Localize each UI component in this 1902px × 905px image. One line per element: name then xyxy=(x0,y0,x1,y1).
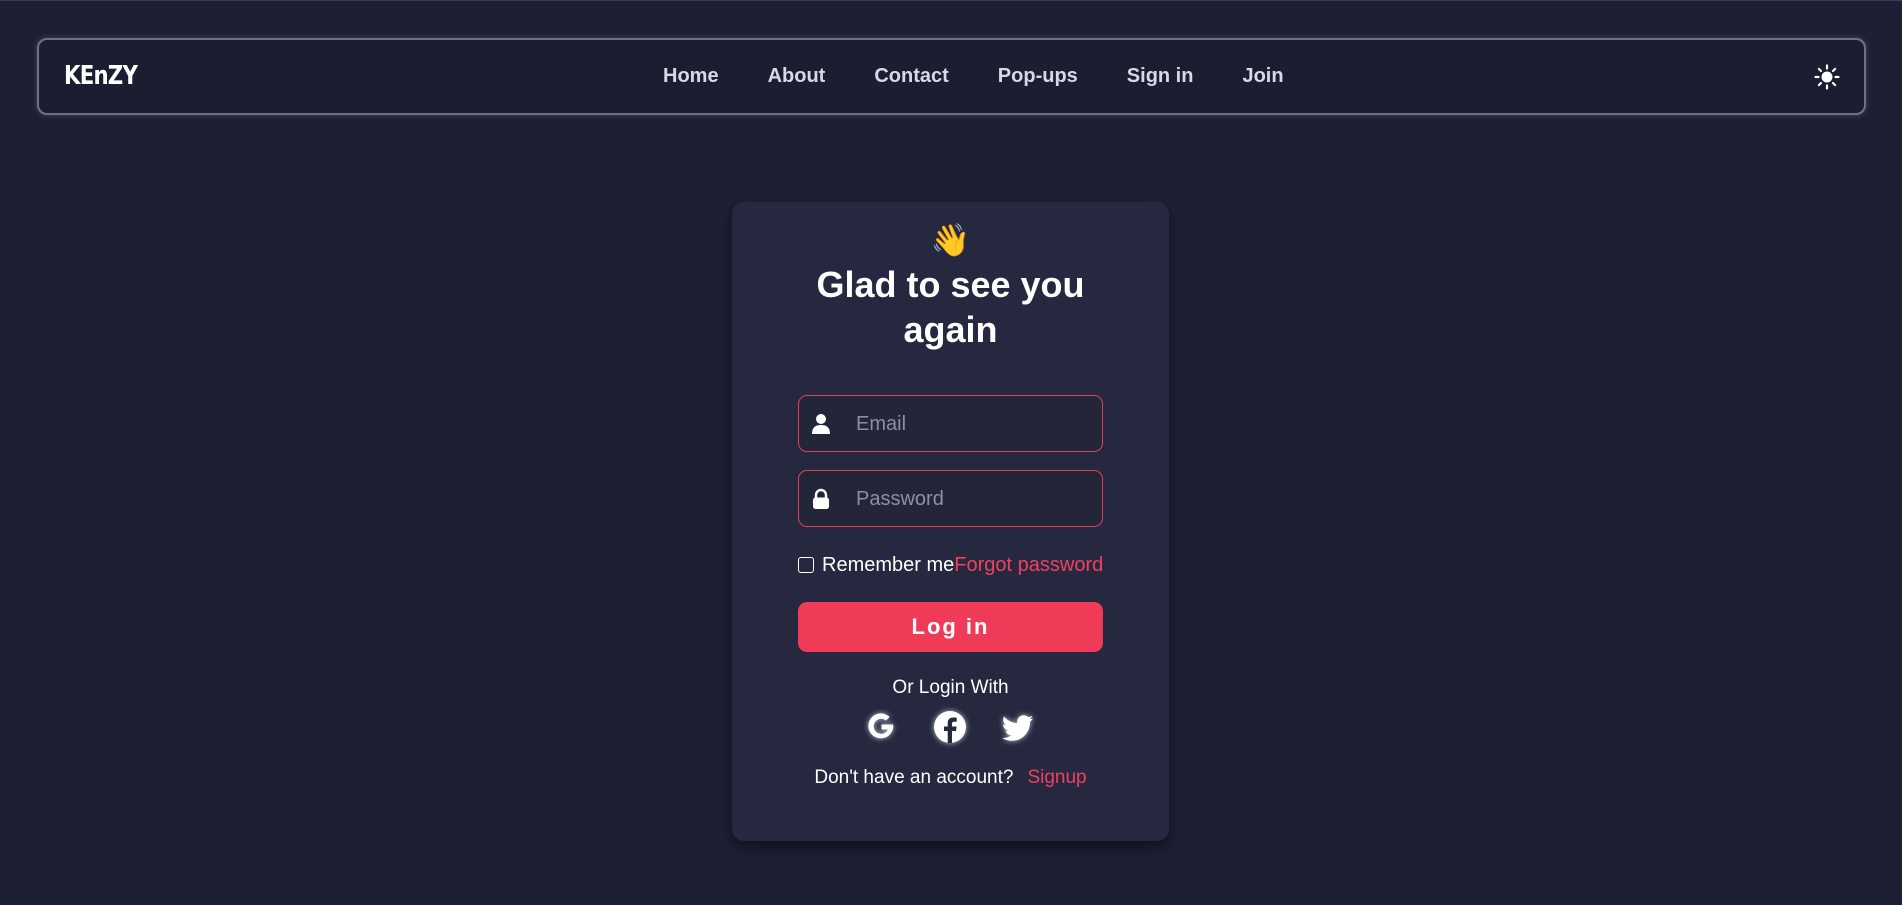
signup-link[interactable]: Signup xyxy=(1027,767,1086,788)
login-card: 👋 Glad to see you again Remember me Forg… xyxy=(732,202,1169,841)
nav-link-join[interactable]: Join xyxy=(1242,65,1283,88)
password-field[interactable] xyxy=(798,470,1103,527)
waving-hand-emoji: 👋 xyxy=(930,222,971,258)
sun-icon[interactable] xyxy=(1814,64,1840,90)
nav-link-popups[interactable]: Pop-ups xyxy=(998,65,1078,88)
page: KEnZY Home About Contact Pop-ups Sign in… xyxy=(0,0,1902,905)
login-options: Remember me Forgot password xyxy=(798,553,1108,577)
signup-row: Don't have an account? Signup xyxy=(732,767,1169,789)
lock-icon xyxy=(813,488,829,509)
email-field[interactable] xyxy=(798,395,1103,452)
forgot-password-link[interactable]: Forgot password xyxy=(954,554,1103,577)
facebook-icon[interactable] xyxy=(932,709,968,745)
nav-link-home[interactable]: Home xyxy=(663,65,719,88)
no-account-text: Don't have an account? xyxy=(814,767,1014,788)
social-login-row xyxy=(732,709,1169,745)
login-button[interactable]: Log in xyxy=(798,602,1103,652)
remember-checkbox[interactable] xyxy=(798,557,814,573)
nav-link-about[interactable]: About xyxy=(768,65,826,88)
navbar: KEnZY Home About Contact Pop-ups Sign in… xyxy=(37,38,1866,115)
google-icon[interactable] xyxy=(863,709,899,745)
email-input[interactable] xyxy=(854,396,1093,452)
brand-logo[interactable]: KEnZY xyxy=(64,61,138,91)
nav-links: Home About Contact Pop-ups Sign in Join xyxy=(663,40,1333,113)
nav-link-signin[interactable]: Sign in xyxy=(1127,65,1194,88)
login-title: Glad to see you again xyxy=(816,264,1085,350)
remember-label[interactable]: Remember me xyxy=(822,554,954,577)
twitter-icon[interactable] xyxy=(1000,709,1036,745)
user-icon xyxy=(812,414,830,434)
or-login-with-text: Or Login With xyxy=(892,677,1009,698)
nav-link-contact[interactable]: Contact xyxy=(874,65,948,88)
password-input[interactable] xyxy=(854,471,1093,527)
